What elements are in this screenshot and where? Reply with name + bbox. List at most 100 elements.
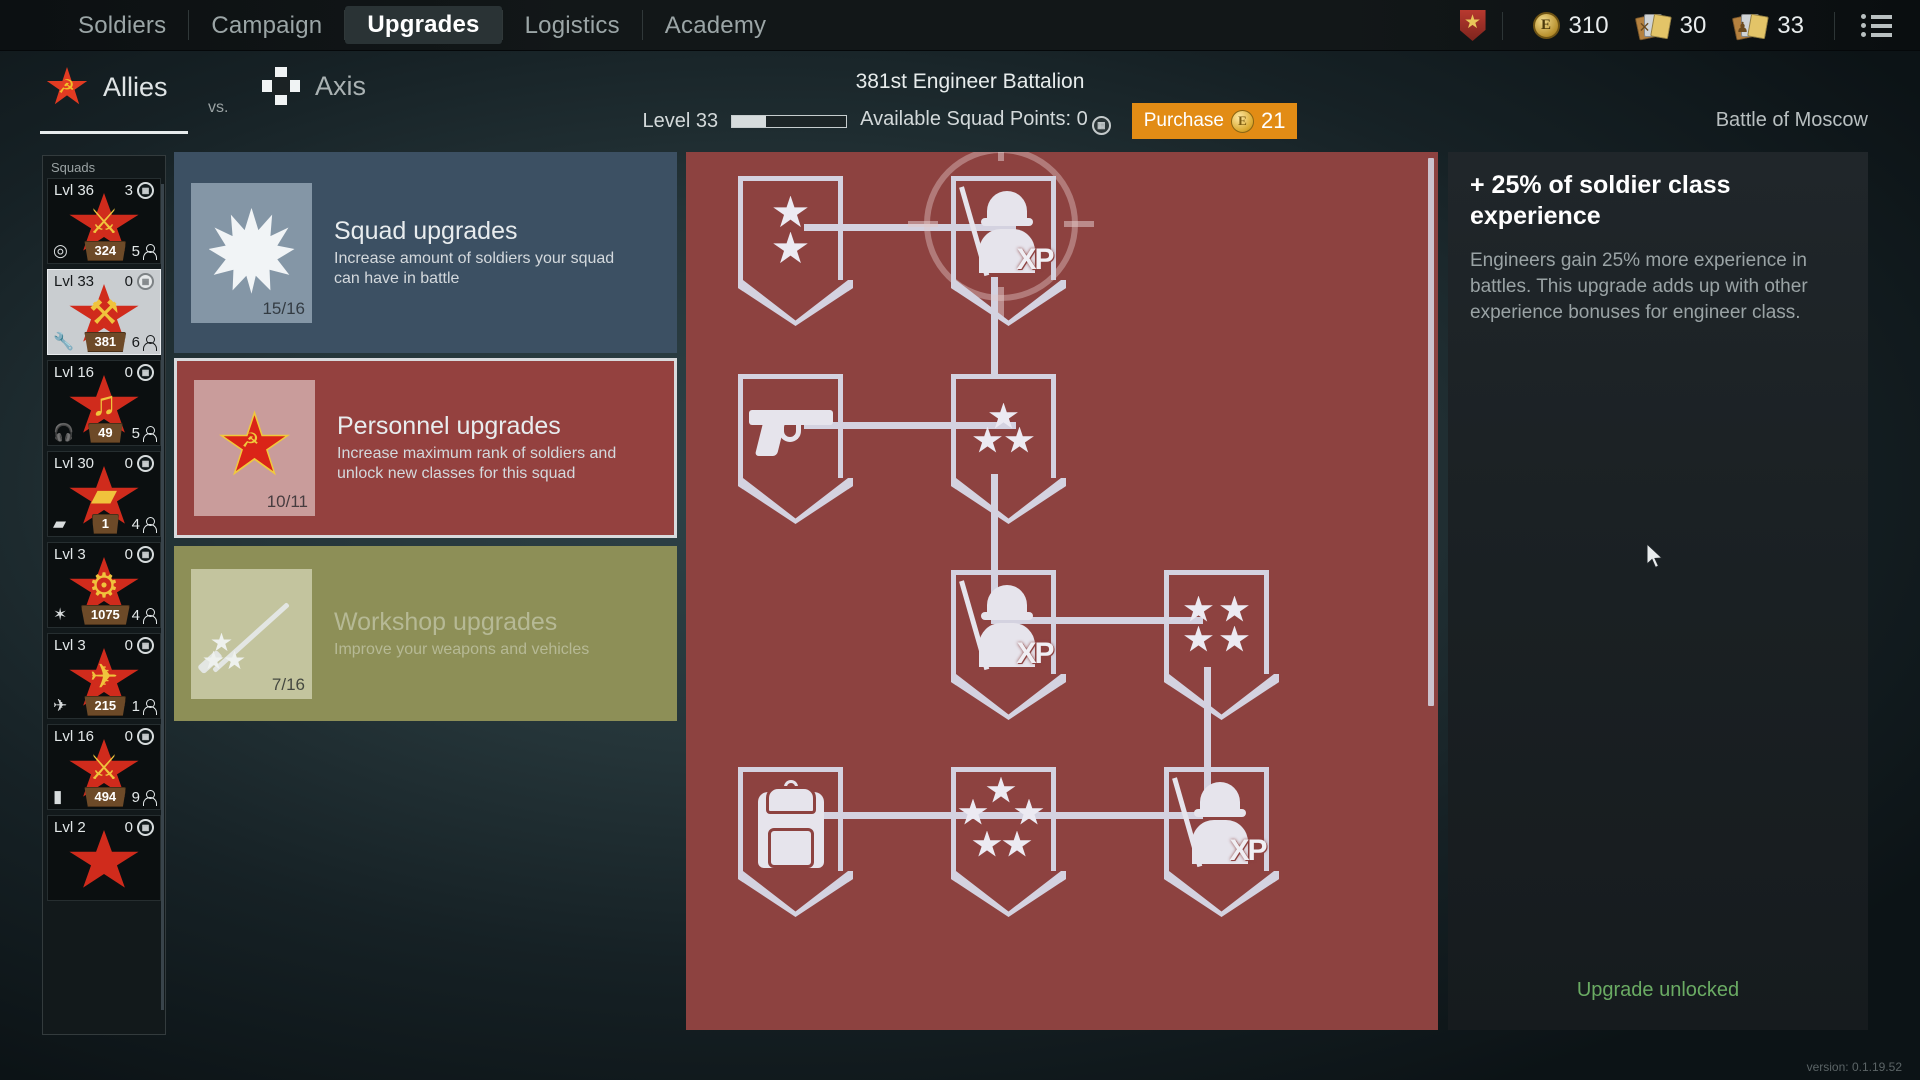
battalion-xp-bar <box>731 114 848 128</box>
nav-item-academy[interactable]: Academy <box>643 0 788 51</box>
squad-point-icon: ▦ <box>137 182 154 199</box>
squad-class-icon: ✈ <box>53 696 68 715</box>
squad-level: Lvl 3 <box>54 546 86 563</box>
tree-node-soldier-xp-shield[interactable]: XP <box>951 570 1056 674</box>
category-card-squad-upgrades[interactable]: 15/16 Squad upgrades Increase amount of … <box>174 152 677 353</box>
faction-axis-label: Axis <box>315 70 367 101</box>
person-icon <box>143 425 157 442</box>
squad-point-icon: ▦ <box>137 637 154 654</box>
battalion-level-label: Level 33 <box>642 109 719 132</box>
squad-emblem-icon <box>68 830 140 892</box>
squad-number-badge: 1 <box>91 514 119 534</box>
currency-weapon-cards[interactable]: ✕ 30 <box>1623 11 1721 41</box>
category-thumbnail: 15/16 <box>191 182 312 323</box>
squad-soldier-count: 4 <box>132 516 157 533</box>
tree-node-soldier-xp-shield[interactable]: XP <box>1164 767 1269 871</box>
person-icon <box>142 789 157 806</box>
squad-number-badge: 1075 <box>80 605 130 625</box>
iron-cross-icon <box>262 67 300 105</box>
squad-level: Lvl 3 <box>54 637 86 654</box>
squad-soldier-count: 9 <box>132 789 157 806</box>
category-thumbnail: 7/16 <box>191 568 312 699</box>
squad-soldier-count: 5 <box>132 425 157 442</box>
faction-tab-allies[interactable]: ☭ Allies <box>46 67 168 107</box>
faction-allies-label: Allies <box>103 71 168 102</box>
upgrade-tree-panel[interactable]: XP XP XP <box>686 152 1438 1030</box>
rank-shield-icon[interactable]: ★ <box>1459 10 1486 41</box>
squad-level: Lvl 33 <box>54 273 95 290</box>
squad-card[interactable]: Lvl 2 0 ▦ <box>47 815 161 901</box>
purchase-cost-value: 21 <box>1261 108 1286 133</box>
two-stars-shield-icon <box>743 181 838 280</box>
upgrade-info-panel: + 25% of soldier class experience Engine… <box>1448 152 1868 1030</box>
category-progress: 10/11 <box>266 492 308 511</box>
squad-card[interactable]: Lvl 16 0 ▦ ⚔ ▮ 494 9 <box>47 724 161 810</box>
faction-tab-axis[interactable]: Axis <box>262 67 366 105</box>
squad-point-icon: ▦ <box>137 364 154 381</box>
tree-node-two-stars-shield[interactable] <box>738 176 843 280</box>
category-thumbnail: ☭ 10/11 <box>194 380 315 516</box>
nav-item-upgrades[interactable]: Upgrades <box>345 6 502 44</box>
category-card-workshop-upgrades[interactable]: 7/16 Workshop upgrades Improve your weap… <box>174 546 677 721</box>
squads-list[interactable]: Lvl 36 3 ▦ ⚔ ◎ 324 5 Lvl 33 0 ▦ ⚒ 🔧 381 6 Lvl 16 0 ▦ ♫ 🎧 49… <box>43 178 165 1030</box>
nav-item-logistics[interactable]: Logistics <box>503 0 642 51</box>
squad-card[interactable]: Lvl 3 0 ▦ ✈ ✈ 215 1 <box>47 633 161 719</box>
main-nav: Soldiers Campaign Upgrades Logistics Aca… <box>56 0 788 51</box>
squad-class-icon: ◎ <box>53 241 68 260</box>
tree-node-backpack-shield[interactable] <box>738 767 843 871</box>
person-icon <box>142 698 157 715</box>
version-label: version: 0.1.19.52 <box>1806 1060 1902 1074</box>
game-screen: Soldiers Campaign Upgrades Logistics Aca… <box>0 0 1920 1080</box>
squad-points: 0 ▦ <box>125 546 154 563</box>
squad-card[interactable]: Lvl 30 0 ▦ ▰ ▰ 1 4 <box>47 451 161 537</box>
squad-class-icon: 🎧 <box>53 423 75 442</box>
squad-number-badge: 324 <box>84 241 127 261</box>
nav-item-campaign[interactable]: Campaign <box>189 0 344 51</box>
tree-node-five-stars-shield[interactable] <box>951 767 1056 871</box>
squad-card[interactable]: Lvl 33 0 ▦ ⚒ 🔧 381 6 <box>47 269 161 355</box>
squad-number-badge: 494 <box>84 787 127 807</box>
squad-card[interactable]: Lvl 16 0 ▦ ♫ 🎧 49 5 <box>47 360 161 446</box>
tree-node-three-stars-shield[interactable] <box>951 374 1056 478</box>
backpack-shield-icon <box>743 772 838 871</box>
tree-node-pistol-shield[interactable] <box>738 374 843 478</box>
upgrade-category-list: 15/16 Squad upgrades Increase amount of … <box>174 152 677 726</box>
tree-node-four-stars-shield[interactable] <box>1164 570 1269 674</box>
tree-node-soldier-xp-shield-selected[interactable]: XP <box>951 176 1056 280</box>
list-menu-icon[interactable] <box>1851 14 1902 37</box>
upgrade-status-label: Upgrade unlocked <box>1576 979 1740 1001</box>
soldier-xp-shield-icon: XP <box>956 575 1055 674</box>
battalion-title: 381st Engineer Battalion <box>855 70 1085 93</box>
squad-point-icon: ▦ <box>137 455 154 472</box>
squad-soldier-count: 1 <box>132 698 157 715</box>
squad-number-badge: 215 <box>84 696 127 716</box>
purchase-button[interactable]: Purchase E 21 <box>1131 103 1298 139</box>
squad-card[interactable]: Lvl 3 0 ▦ ⚙ ✶ 1075 4 <box>47 542 161 628</box>
squads-scrollbar[interactable] <box>161 184 164 1010</box>
squad-level: Lvl 36 <box>54 182 95 199</box>
squad-point-icon: ▦ <box>1091 115 1111 135</box>
squad-points: 0 ▦ <box>125 819 154 836</box>
pistol-shield-icon <box>743 379 838 478</box>
rank-star-glyph: ★ <box>1464 12 1482 33</box>
currency-gold[interactable]: E 310 <box>1519 12 1623 40</box>
category-card-personnel-upgrades[interactable]: ☭ 10/11 Personnel upgrades Increase maxi… <box>174 358 677 538</box>
currency-weapon-cards-value: 30 <box>1679 11 1707 39</box>
squad-points: 0 ▦ <box>125 273 154 290</box>
squad-class-icon: ✶ <box>53 605 68 624</box>
squad-points: 0 ▦ <box>125 455 154 472</box>
currency-soldier-cards[interactable]: ♟ 33 <box>1720 12 1818 41</box>
tree-scrollbar[interactable] <box>1428 158 1434 706</box>
nav-item-soldiers[interactable]: Soldiers <box>56 0 188 51</box>
category-title: Squad upgrades <box>334 216 518 245</box>
person-icon <box>142 607 157 624</box>
divider <box>1834 11 1835 40</box>
squad-point-icon: ▦ <box>137 546 154 563</box>
coin-e-icon: E <box>1231 109 1254 133</box>
five-stars-shield-icon <box>956 772 1051 871</box>
squad-point-icon: ▦ <box>137 273 154 290</box>
squad-card[interactable]: Lvl 36 3 ▦ ⚔ ◎ 324 5 <box>47 178 161 264</box>
squad-points: 3 ▦ <box>125 182 154 199</box>
squad-class-icon: ▮ <box>53 787 63 806</box>
battalion-header: 381st Engineer Battalion Level 33 Availa… <box>560 70 1380 139</box>
